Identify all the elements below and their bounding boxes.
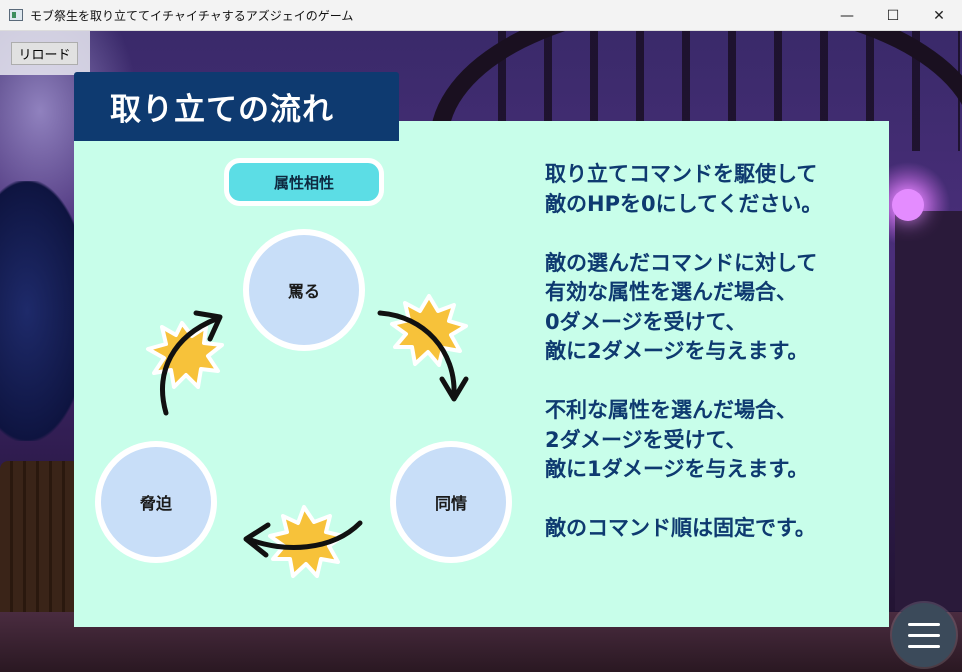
rule-spacer: [545, 367, 875, 397]
minimize-button[interactable]: —: [824, 0, 870, 31]
attribute-circle-sympathy: 同情: [390, 441, 512, 563]
attribute-circle-abuse: 罵る: [243, 229, 365, 351]
window-controls: — ☐ ✕: [824, 0, 962, 31]
menu-bar: [908, 622, 940, 626]
rule-line: 有効な属性を選んだ場合、: [545, 280, 797, 304]
maximize-button[interactable]: ☐: [870, 0, 916, 31]
rule-line: 0ダメージを受けて、: [545, 309, 747, 334]
attribute-label: 罵る: [287, 282, 320, 301]
attribute-circle-threat: 脅迫: [95, 441, 217, 563]
background-shelf: [895, 211, 962, 611]
rule-line: 不利な属性を選んだ場合、: [545, 398, 797, 422]
hamburger-menu-icon[interactable]: [892, 603, 956, 667]
rule-line: 敵のHPを0にしてください。: [545, 191, 823, 216]
window-title: モブ祭生を取り立ててイチャイチャするアズジェイのゲーム: [30, 8, 354, 23]
rule-spacer: [545, 485, 875, 515]
reload-button[interactable]: リロード: [11, 42, 78, 65]
window-titlebar: モブ祭生を取り立ててイチャイチャするアズジェイのゲーム — ☐ ✕: [0, 0, 962, 31]
rules-text: 取り立てコマンドを駆使して 敵のHPを0にしてください。 敵の選んだコマンドに対…: [545, 160, 875, 544]
close-button[interactable]: ✕: [916, 0, 962, 31]
background-lamp: [892, 189, 924, 221]
rule-line: 敵に2ダメージを与えます。: [545, 339, 809, 363]
rule-line: 敵の選んだコマンドに対して: [545, 250, 818, 275]
menu-bar: [908, 644, 940, 648]
affinity-label: 属性相性: [224, 158, 384, 206]
rule-line: 敵のコマンド順は固定です。: [545, 516, 816, 540]
rule-line: 2ダメージを受けて、: [545, 427, 747, 452]
attribute-label: 脅迫: [139, 494, 172, 513]
app-window-icon: [9, 9, 23, 21]
menu-bar: [908, 633, 940, 637]
attribute-label: 同情: [434, 494, 467, 513]
rule-line: 敵に1ダメージを与えます。: [545, 457, 809, 481]
rule-spacer: [545, 219, 875, 249]
rule-line: 取り立てコマンドを駆使して: [545, 162, 818, 186]
